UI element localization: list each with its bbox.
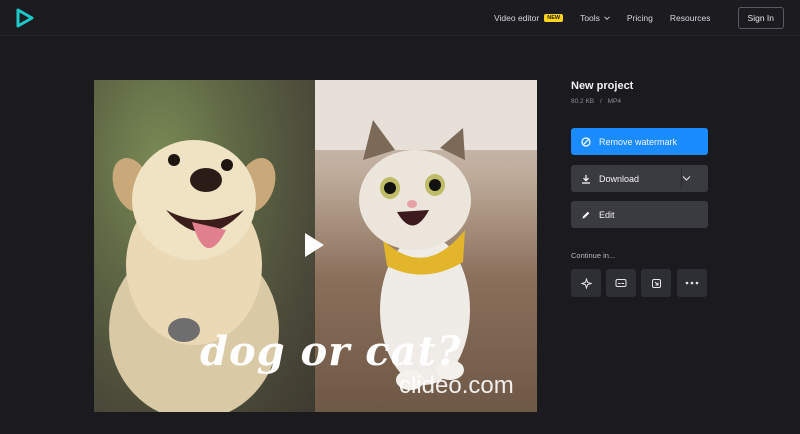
download-icon <box>582 174 590 184</box>
video-preview[interactable]: dog or cat? clideo.com <box>94 80 537 412</box>
nav-tools[interactable]: Tools <box>580 13 610 23</box>
forbidden-icon <box>581 136 591 147</box>
main-nav: Video editor NEW Tools Pricing Resources… <box>477 0 784 36</box>
top-navigation-bar: Video editor NEW Tools Pricing Resources… <box>0 0 800 36</box>
nav-video-editor-label: Video editor <box>494 13 540 23</box>
file-size: 80.2 KB <box>571 98 595 105</box>
continue-in-label: Continue in... <box>571 251 616 260</box>
video-caption: dog or cat? <box>200 328 462 375</box>
edit-label: Edit <box>599 209 615 220</box>
sign-in-button[interactable]: Sign In <box>737 7 784 29</box>
continue-resize-tile[interactable] <box>641 269 671 297</box>
continue-more-tile[interactable] <box>677 269 707 297</box>
nav-tools-label: Tools <box>580 13 600 23</box>
remove-watermark-button[interactable]: Remove watermark <box>571 128 708 155</box>
continue-sparkle-tile[interactable] <box>571 269 601 297</box>
project-title: New project <box>571 80 634 92</box>
edit-button[interactable]: Edit <box>571 201 708 228</box>
project-meta: 80.2 KB / MP4 <box>571 98 708 105</box>
more-icon <box>685 281 699 285</box>
nav-resources[interactable]: Resources <box>670 13 711 23</box>
download-label: Download <box>599 173 640 184</box>
play-icon[interactable] <box>303 232 325 258</box>
chevron-down-icon <box>604 16 610 21</box>
sparkle-icon <box>580 277 592 289</box>
chevron-down-icon[interactable] <box>682 175 691 182</box>
meta-separator: / <box>599 98 602 105</box>
pencil-icon <box>582 211 590 218</box>
remove-watermark-label: Remove watermark <box>599 136 678 147</box>
file-format: MP4 <box>607 98 621 105</box>
download-button[interactable]: Download <box>571 165 708 192</box>
new-badge: NEW <box>544 14 564 22</box>
resize-icon <box>651 278 661 288</box>
play-logo-icon[interactable] <box>16 8 34 28</box>
project-info: New project 80.2 KB / MP4 <box>571 80 708 105</box>
watermark-text: clideo.com <box>399 372 514 399</box>
subtitles-icon <box>615 279 627 287</box>
nav-video-editor[interactable]: Video editor NEW <box>494 13 564 23</box>
continue-subtitles-tile[interactable] <box>606 269 636 297</box>
nav-pricing[interactable]: Pricing <box>627 13 653 23</box>
